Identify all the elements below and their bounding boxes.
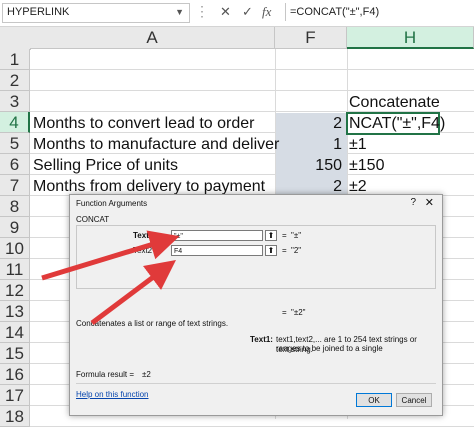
arrow-to-text1: [41, 230, 180, 281]
annotation-arrows: [41, 230, 180, 325]
arrow-to-text2: [90, 260, 176, 325]
